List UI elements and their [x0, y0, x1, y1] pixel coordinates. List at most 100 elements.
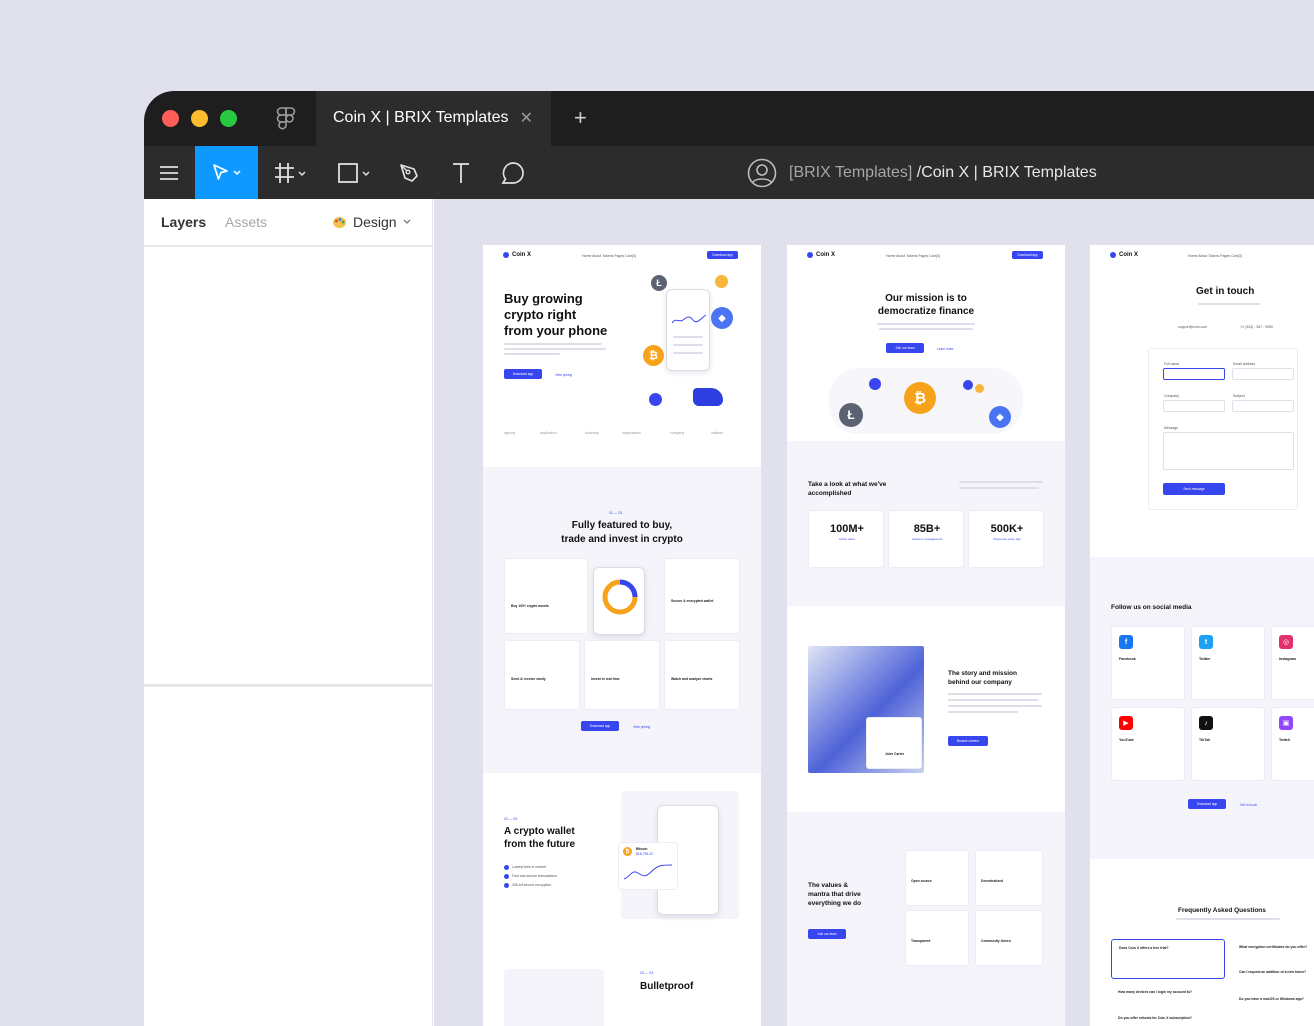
values-title-3: everything we do: [808, 900, 862, 907]
bitcoin-icon: ₿: [643, 345, 664, 366]
phone-row: [673, 352, 703, 354]
close-tab-icon[interactable]: ✕: [520, 108, 533, 128]
decor-ball: [649, 393, 662, 406]
file-tab[interactable]: Coin X | BRIX Templates ✕: [316, 91, 551, 146]
home-nav-download-button[interactable]: Download app: [707, 251, 738, 259]
frame-contact[interactable]: Coin X Home About Tokens Pages Cart(3) G…: [1090, 245, 1314, 1026]
story-careers-button[interactable]: Browse careers: [948, 736, 988, 746]
decor-ball: [963, 380, 973, 390]
breadcrumb[interactable]: [BRIX Templates] /Coin X | BRIX Template…: [747, 146, 1097, 199]
send-message-button[interactable]: Send message: [1163, 483, 1225, 495]
home-hero-phone: [666, 289, 710, 371]
social-card[interactable]: ◎ Instagram: [1271, 626, 1314, 700]
about-logo[interactable]: Coin X: [807, 252, 835, 258]
social-card[interactable]: ♪ TikTok: [1191, 707, 1265, 781]
home-logo-institute: institute: [711, 431, 724, 435]
frame-home[interactable]: Coin X Home About Tokens Pages Cart(3) D…: [483, 245, 761, 1026]
breadcrumb-file[interactable]: /Coin X | BRIX Templates: [912, 164, 1097, 181]
home-features-section: 01 — 03 Fully featured to buy, trade and…: [483, 467, 761, 773]
features-download-button[interactable]: Download app: [581, 721, 619, 731]
team-avatar-icon: [747, 158, 777, 187]
about-mission-section: Coin X Home About Tokens Pages Cart(3) D…: [787, 245, 1065, 441]
social-card[interactable]: f Facebook: [1111, 626, 1185, 700]
about-mission-title-1: Our mission is to: [885, 293, 967, 304]
full-name-input[interactable]: [1163, 368, 1225, 380]
canvas[interactable]: Coin X Home About Tokens Pages Cart(3) D…: [434, 199, 1314, 1026]
stats-text-line: [959, 481, 1043, 483]
value-card-title: Transparent: [911, 939, 931, 943]
shape-tool-button[interactable]: [332, 146, 378, 199]
about-nav-links[interactable]: Home About Tokens Pages Cart(3): [886, 254, 940, 258]
decor-ball: [975, 384, 984, 393]
feature-card: Buy 100+ crypto assets: [504, 558, 588, 634]
text-tool-button[interactable]: [446, 146, 476, 199]
tab-layers[interactable]: Layers: [161, 214, 206, 230]
home-hero-text-line: [504, 353, 560, 355]
faq-question[interactable]: What encryption certificates do you offe…: [1239, 945, 1307, 949]
pen-tool-button[interactable]: [394, 146, 424, 199]
faq-question[interactable]: Do you offer refunds for Coin X subscrip…: [1118, 1016, 1192, 1020]
twitch-icon: ▣: [1279, 716, 1293, 730]
contact-text-line: [1198, 303, 1260, 305]
features-pricing-link[interactable]: View pricing: [633, 725, 650, 729]
faq-question[interactable]: Can I request an addition of a new token…: [1239, 970, 1306, 974]
about-join-button[interactable]: Join our team: [886, 343, 924, 353]
contact-phone[interactable]: +1 (324) - 367 - 9950: [1240, 325, 1273, 329]
frame-about[interactable]: Coin X Home About Tokens Pages Cart(3) D…: [787, 245, 1065, 1026]
home-features-title-2: trade and invest in crypto: [561, 534, 683, 545]
tab-assets[interactable]: Assets: [225, 214, 267, 230]
home-logo[interactable]: Coin X: [503, 252, 531, 258]
faq-question[interactable]: How many devices can I login my account …: [1118, 990, 1192, 994]
social-card[interactable]: ▶ YouTube: [1111, 707, 1185, 781]
breadcrumb-team[interactable]: [BRIX Templates]: [789, 164, 912, 181]
panel-divider[interactable]: [144, 684, 433, 687]
label-message: Message: [1164, 426, 1179, 430]
wallet-coin-price: $18,795.22: [636, 852, 653, 856]
main-menu-button[interactable]: [144, 146, 194, 199]
stat-card: 100M+ Active users: [808, 510, 884, 568]
tab-design[interactable]: Design: [332, 214, 411, 230]
minimize-window-button[interactable]: [191, 110, 208, 127]
values-join-button[interactable]: Join our team: [808, 929, 846, 939]
story-text-line: [948, 711, 1018, 713]
toolbar: [BRIX Templates] /Coin X | BRIX Template…: [144, 146, 1314, 199]
about-nav-download-button[interactable]: Download app: [1012, 251, 1043, 259]
frame-tool-button[interactable]: [268, 146, 314, 199]
social-card[interactable]: ▣ Twitch: [1271, 707, 1314, 781]
social-download-button[interactable]: Download app: [1188, 799, 1226, 809]
instagram-icon: ◎: [1279, 635, 1293, 649]
ethereum-icon: ◆: [989, 406, 1011, 428]
pen-tool-icon: [400, 163, 418, 182]
close-window-button[interactable]: [162, 110, 179, 127]
subject-input[interactable]: [1232, 400, 1294, 412]
figma-logo-icon[interactable]: [275, 107, 297, 131]
contact-email[interactable]: support@coin.com: [1178, 325, 1207, 329]
email-input[interactable]: [1232, 368, 1294, 380]
feature-card-title: Send & receive easily: [511, 677, 546, 681]
contact-logo[interactable]: Coin X: [1110, 252, 1138, 258]
home-hero-title-2: crypto right: [504, 307, 577, 322]
about-stats-section: Take a look at what we've accomplished 1…: [787, 441, 1065, 606]
move-tool-button[interactable]: [195, 146, 258, 199]
message-textarea[interactable]: [1163, 432, 1294, 470]
check-icon: [504, 865, 509, 870]
wallet-check: 256-bit secure encryption: [512, 883, 552, 887]
contact-nav-links[interactable]: Home About Tokens Pages Cart(3): [1188, 254, 1242, 258]
social-card[interactable]: t Twitter: [1191, 626, 1265, 700]
value-card-title: Decentralized: [981, 879, 1004, 883]
company-input[interactable]: [1163, 400, 1225, 412]
social-contact-link[interactable]: Get in touch: [1240, 803, 1257, 807]
faq-question[interactable]: Do you have a macOS or Windows app?: [1239, 997, 1304, 1001]
faq-item-open[interactable]: Does Coin X offers a free trial?: [1111, 939, 1225, 979]
feature-card-title: Invest in real time: [591, 677, 620, 681]
comment-tool-button[interactable]: [496, 146, 530, 199]
home-hero-download-button[interactable]: Download app: [504, 369, 542, 379]
about-learn-link[interactable]: Learn more: [937, 347, 953, 351]
faq-question: Does Coin X offers a free trial?: [1119, 946, 1169, 950]
home-nav-links[interactable]: Home About Tokens Pages Cart(3): [582, 254, 636, 258]
ethereum-icon: ◆: [711, 307, 733, 329]
maximize-window-button[interactable]: [220, 110, 237, 127]
home-hero-pricing-link[interactable]: View pricing: [555, 373, 572, 377]
breadcrumb-text: [BRIX Templates] /Coin X | BRIX Template…: [789, 164, 1097, 182]
new-tab-button[interactable]: +: [574, 105, 587, 131]
